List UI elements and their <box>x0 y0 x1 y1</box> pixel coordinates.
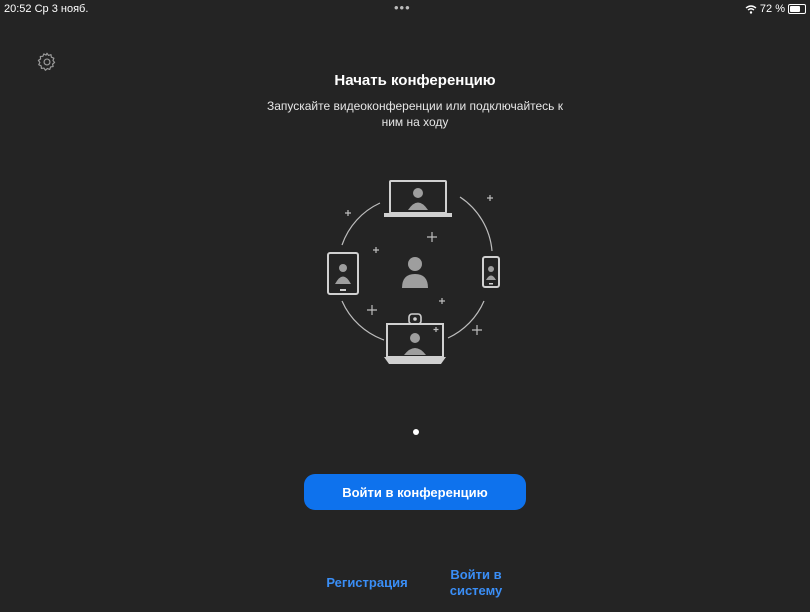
circle-arc <box>459 196 493 252</box>
circle-arc <box>447 300 485 339</box>
battery-percent: 72 % <box>759 3 785 15</box>
conference-illustration <box>327 180 500 364</box>
circle-arc <box>341 202 381 246</box>
page-subtitle: Запускайте видеоконференции или подключа… <box>266 99 564 129</box>
phone-icon <box>482 256 500 288</box>
status-bar: 20:52 Ср 3 нояб. ••• 72 % <box>0 0 810 20</box>
circle-arc <box>341 300 385 341</box>
status-indicators: 72 % <box>745 3 806 15</box>
settings-button[interactable] <box>36 51 58 73</box>
battery-icon <box>788 4 806 14</box>
gear-icon <box>37 52 56 71</box>
multitasking-dots[interactable]: ••• <box>394 0 411 15</box>
page-title: Начать конференцию <box>334 72 496 89</box>
join-meeting-button[interactable]: Войти в конференцию <box>304 474 526 510</box>
signup-link[interactable]: Регистрация <box>322 575 412 590</box>
page-indicator-dot <box>413 429 419 435</box>
wifi-icon <box>745 4 757 14</box>
status-time: 20:52 Ср 3 нояб. <box>4 3 89 15</box>
room-system-icon <box>384 313 446 364</box>
laptop-icon <box>384 180 452 217</box>
signin-link[interactable]: Войти в систему <box>436 567 516 599</box>
person-icon <box>402 257 428 288</box>
tablet-icon <box>327 252 359 295</box>
